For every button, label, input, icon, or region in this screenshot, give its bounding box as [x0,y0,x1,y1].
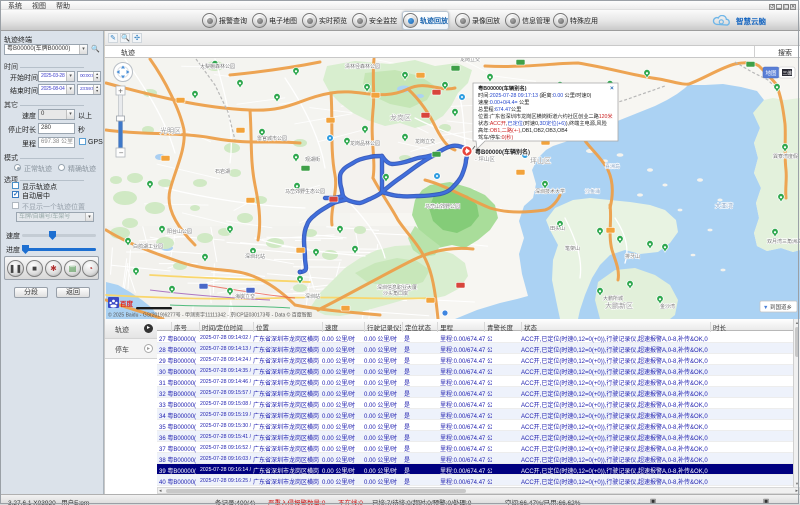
svg-text:地图: 地图 [766,69,778,77]
svg-text:沙鱼涌: 沙鱼涌 [585,188,600,195]
svg-text:马峦郊野生态公园: 马峦郊野生态公园 [285,188,325,195]
svg-text:石岩湖: 石岩湖 [215,168,230,175]
svg-text:深圳技术大学: 深圳技术大学 [535,188,565,195]
svg-text:排牙山: 排牙山 [625,253,640,260]
svg-text:深圳信息职业大厦: 深圳信息职业大厦 [377,284,417,291]
svg-text:- 坪山区: - 坪山区 [475,155,495,163]
svg-text:大鹏所城: 大鹏所城 [603,295,623,302]
svg-text:粤B00000(车辆别名): 粤B00000(车辆别名) [478,84,527,92]
svg-text:阳台山公园: 阳台山公园 [167,228,192,235]
svg-text:速度:0.00+0/4.4= 公里: 速度:0.00+0/4.4= 公里 [478,98,529,106]
svg-text:+: + [118,87,123,96]
svg-text:到国道乡: 到国道乡 [770,303,792,311]
svg-text:深圳站: 深圳站 [305,293,320,300]
svg-text:白鸽湖工业园: 白鸽湖工业园 [133,243,163,250]
svg-text:观湖街: 观湖街 [305,156,320,163]
svg-text:百度: 百度 [120,299,134,308]
svg-text:龙岗立交: 龙岗立交 [460,58,480,63]
svg-text:大鹏新区: 大鹏新区 [605,301,633,310]
svg-text:田头山: 田头山 [550,225,565,232]
svg-text:笔架山: 笔架山 [565,245,580,252]
svg-text:清林径森林公园: 清林径森林公园 [345,63,380,70]
svg-text:坪山区: 坪山区 [530,156,551,165]
svg-text:时间:2025-07-28 09:17:13 (距离:0: 时间:2025-07-28 09:17:13 (距离:0.00 公里/时速0) [478,91,592,99]
svg-text:高年:OB1,二路(+-),OB1,OB2,OB3,OB4: 高年:OB1,二路(+-),OB1,OB2,OB3,OB4 [478,126,568,134]
svg-text:沙头角口岸: 沙头角口岸 [383,290,408,297]
svg-text:位置:广东省深圳市龙岗区横岗街道六约社区创业二路120米: 位置:广东省深圳市龙岗区横岗街道六约社区创业二路120米 [478,112,613,120]
svg-text:龙岗品林公园: 龙岗品林公园 [350,140,380,147]
svg-text:© 2025 Baidu - GS(2019)6277号 -: © 2025 Baidu - GS(2019)6277号 - 甲测资字11111… [108,312,312,319]
svg-text:雷官城市公园: 雷官城市公园 [257,135,287,142]
svg-text:−: − [119,149,124,158]
svg-text:巽寮湾度假: 巽寮湾度假 [773,153,798,160]
svg-text:大梨棚森林公园: 大梨棚森林公园 [200,63,235,70]
svg-text:双月湾三角洲岛: 双月湾三角洲岛 [767,238,800,245]
svg-text:状态:ACC开,已定位(时速0,3D定位(+6)),终端主电: 状态:ACC开,已定位(时速0,3D定位(+6)),终端主电源,风险 [478,119,608,127]
svg-text:总里程:674.47公里: 总里程:674.47公里 [478,105,521,113]
svg-text:马峦山郊野公园: 马峦山郊野公园 [425,203,460,210]
svg-text:▼: ▼ [763,305,768,311]
svg-text:驾车/停车:0(秒): 驾车/停车:0(秒) [478,133,513,141]
svg-text:龙岗立交: 龙岗立交 [415,138,435,145]
svg-text:×: × [610,85,614,92]
svg-text:海岸立交: 海岸立交 [235,293,255,300]
svg-text:金沙湾: 金沙湾 [660,303,675,310]
svg-text:三维: 三维 [783,70,793,77]
svg-text:光明区: 光明区 [160,126,181,135]
svg-text:喜洲岛: 喜洲岛 [605,163,620,170]
svg-text:大亚湾: 大亚湾 [715,202,733,210]
svg-text:龙岗区: 龙岗区 [390,113,411,122]
svg-text:粤B00000(车辆别名): 粤B00000(车辆别名) [475,148,530,156]
svg-text:深圳北站: 深圳北站 [245,253,265,260]
